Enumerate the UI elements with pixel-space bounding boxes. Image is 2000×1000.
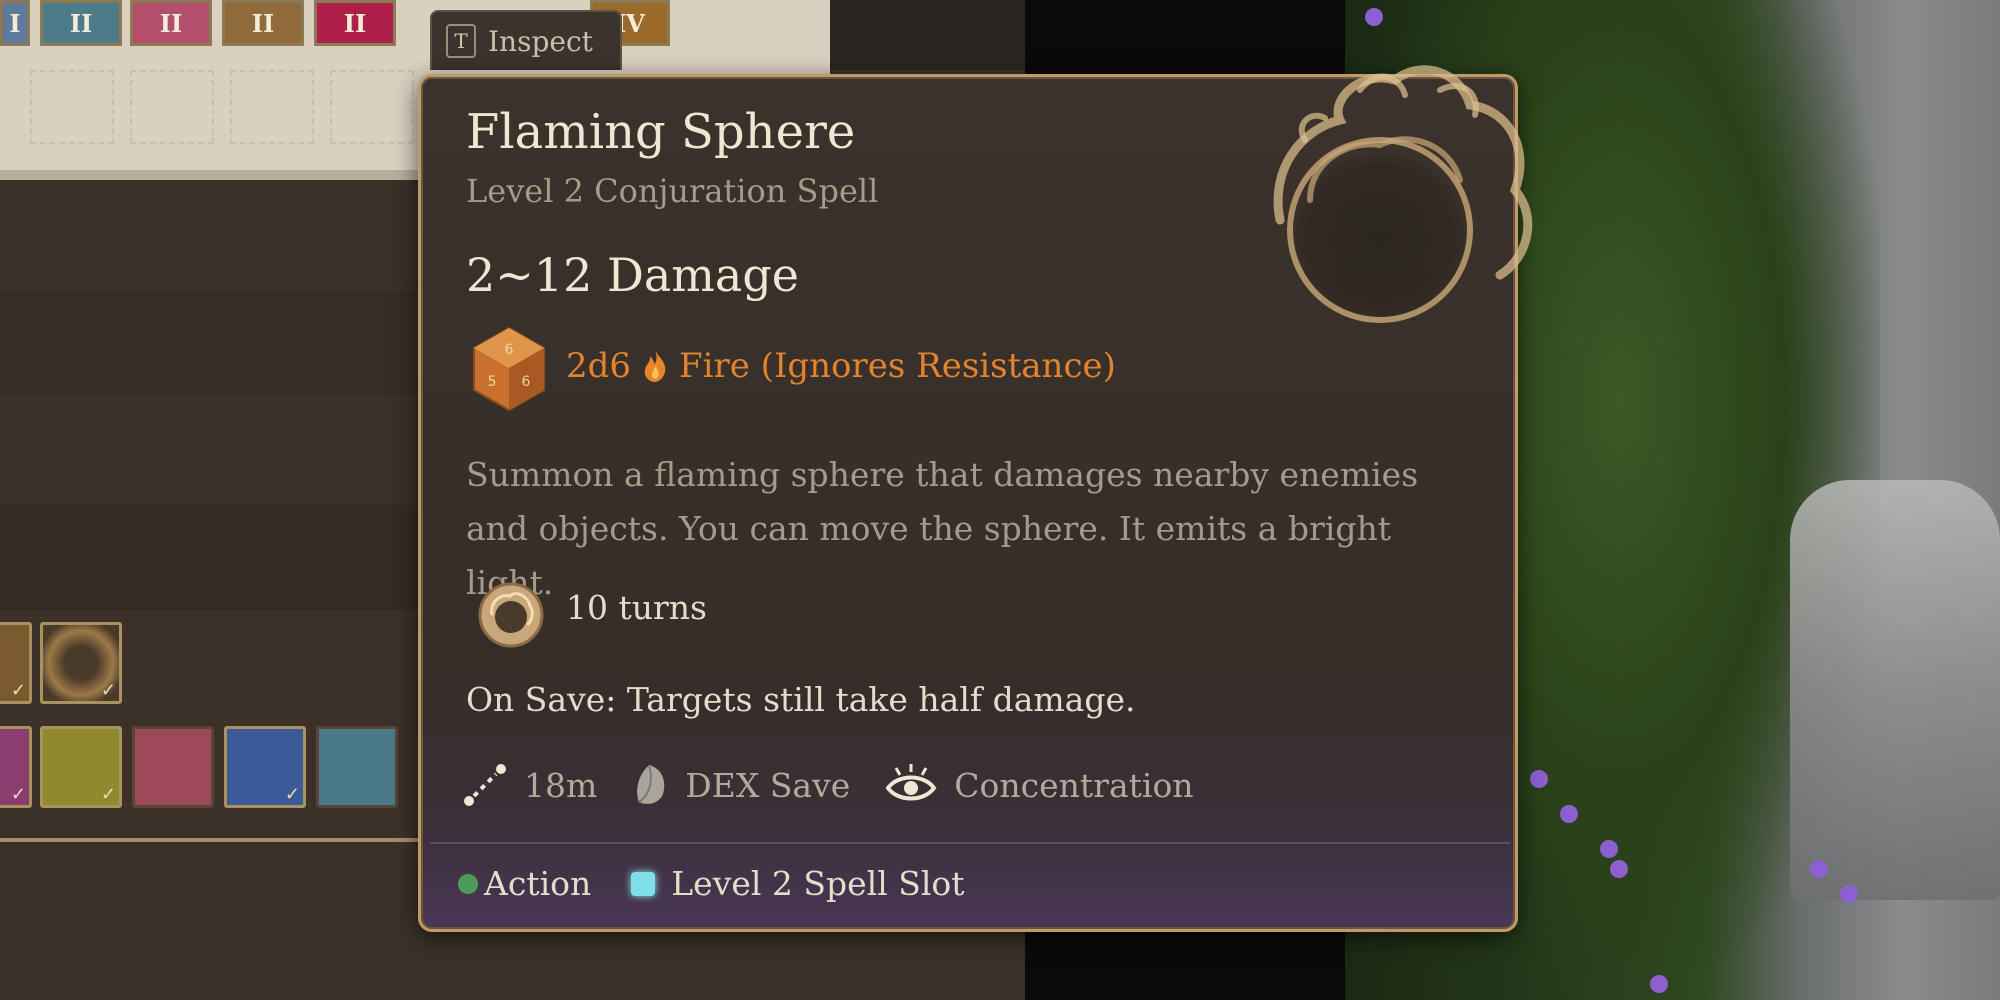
stone-statue [1790, 480, 2000, 900]
spell-icon-tier-1[interactable]: I [0, 0, 30, 46]
empty-slot [130, 70, 214, 144]
empty-slot [30, 70, 114, 144]
inspect-key-icon: T [446, 24, 476, 58]
spell-duration: 10 turns [566, 588, 707, 627]
dice-icon: 6 5 6 [473, 326, 545, 412]
flower [1530, 770, 1548, 788]
inspect-tab[interactable]: T Inspect [430, 10, 622, 70]
save-stat: DEX Save [631, 762, 850, 808]
svg-text:5: 5 [488, 374, 497, 390]
spell-icon-tier-2[interactable]: II [40, 0, 122, 46]
spell-title: Flaming Sphere [466, 104, 856, 160]
spell-slot-icon [631, 871, 656, 896]
save-type: DEX Save [685, 765, 851, 805]
action-cost: Action [458, 864, 591, 903]
action-cost-label: Action [484, 864, 592, 903]
flower [1810, 860, 1828, 878]
action-dot-icon [458, 873, 478, 894]
inspect-label: Inspect [488, 24, 593, 58]
flower [1610, 860, 1628, 878]
damage-line: 2d6 Fire (Ignores Resistance) [566, 346, 1116, 386]
range-stat: 18m [462, 762, 597, 808]
svg-text:6: 6 [505, 342, 514, 358]
spell-icon-tier-2[interactable]: II [222, 0, 304, 46]
on-save-text: On Save: Targets still take half damage. [466, 680, 1136, 719]
dex-save-icon [637, 764, 665, 804]
spell-stats-row: 18m DEX Save Concentration [462, 762, 1228, 808]
range-icon [464, 764, 506, 806]
turns-icon [478, 582, 544, 648]
sphere-emblem-icon [1273, 65, 1533, 323]
spell-icon-tier-2[interactable]: II [314, 0, 396, 46]
damage-range: 2~12 Damage [466, 248, 799, 302]
flower [1840, 885, 1858, 903]
spell-icon[interactable]: ✓ [40, 726, 122, 808]
spell-icon[interactable]: ✓ [0, 726, 32, 808]
concentration-label: Concentration [954, 765, 1194, 805]
panel-header-dark [830, 0, 1025, 70]
flower [1600, 840, 1618, 858]
spell-icon-tier-2[interactable]: II [130, 0, 212, 46]
flower [1650, 975, 1668, 993]
spell-icon[interactable] [132, 726, 214, 808]
range-value: 18m [524, 765, 598, 805]
spell-description: Summon a flaming sphere that damages nea… [466, 455, 1419, 602]
spell-icon[interactable]: ✓ [224, 726, 306, 808]
spell-slot-cost-label: Level 2 Spell Slot [671, 864, 965, 903]
empty-slot [330, 70, 414, 144]
empty-slot [230, 70, 314, 144]
spell-subtitle: Level 2 Conjuration Spell [466, 172, 879, 210]
spell-icon[interactable] [316, 726, 398, 808]
cost-row: Action Level 2 Spell Slot [458, 864, 1005, 903]
flower [1560, 805, 1578, 823]
spell-slot-cost: Level 2 Spell Slot [631, 864, 965, 903]
tooltip-divider [430, 842, 1510, 844]
concentration-stat: Concentration [884, 762, 1194, 808]
flaming-sphere-spell-icon[interactable]: ✓ [40, 622, 122, 704]
svg-text:6: 6 [522, 374, 531, 390]
flame-icon [644, 350, 666, 382]
damage-dice: 2d6 [566, 346, 632, 386]
damage-type: Fire (Ignores Resistance) [679, 346, 1116, 386]
spell-icon[interactable]: ✓ [0, 622, 32, 704]
concentration-icon [885, 764, 937, 801]
flower [1365, 8, 1383, 26]
